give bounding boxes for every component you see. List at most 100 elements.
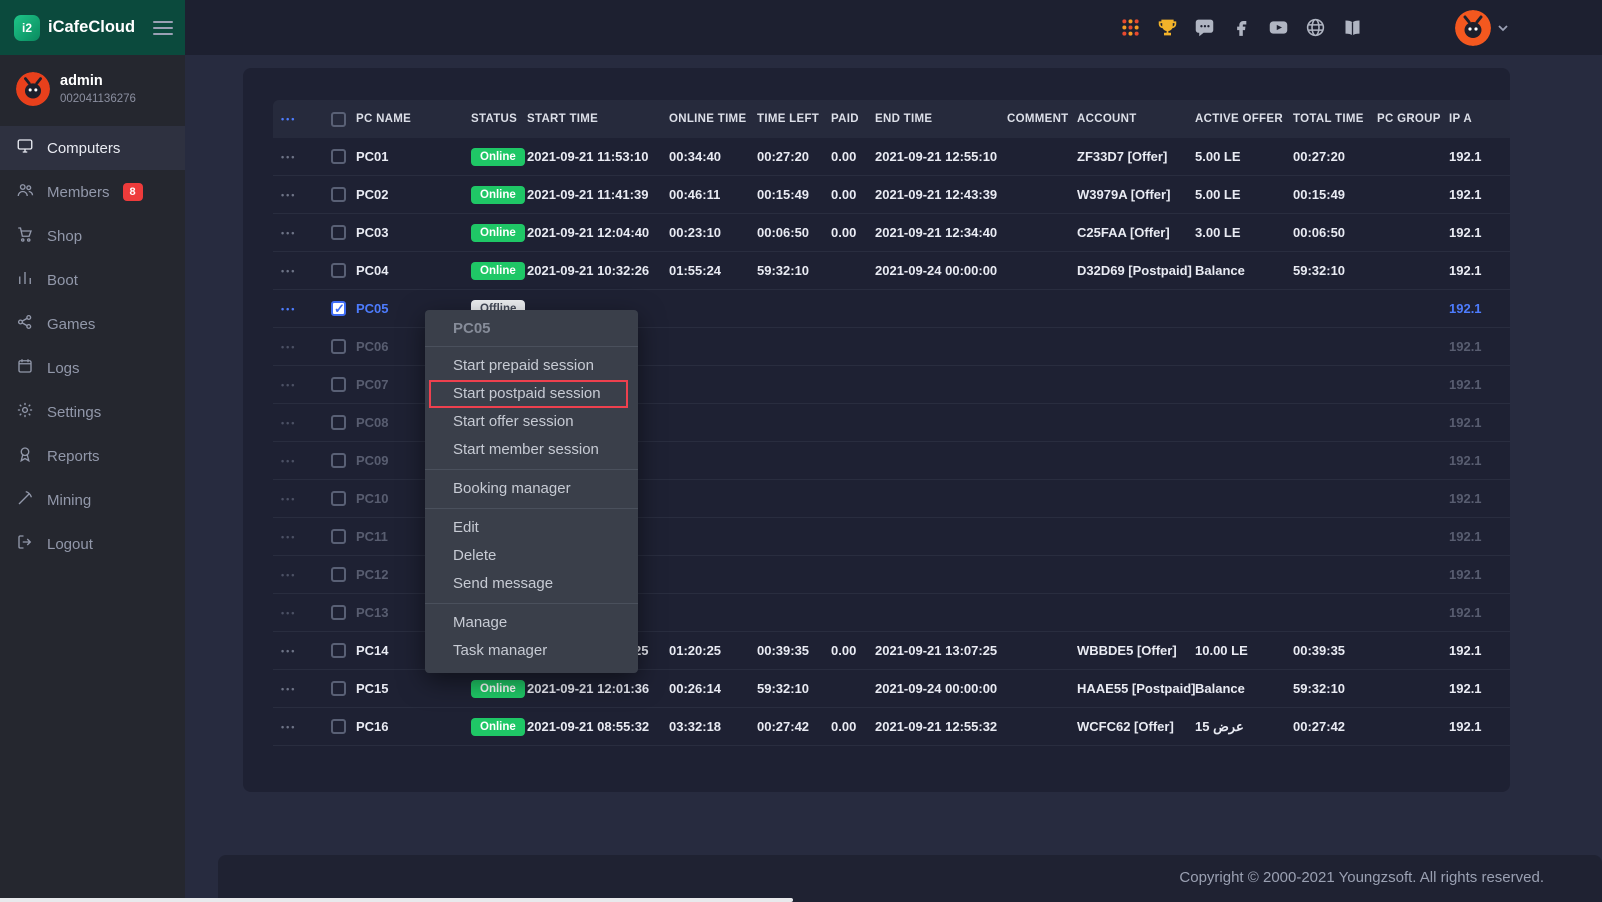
horizontal-scrollbar[interactable]	[0, 898, 793, 902]
context-menu-item[interactable]: Edit	[425, 514, 638, 542]
active-offer: 10.00 LE	[1195, 643, 1293, 658]
row-menu-dots[interactable]	[273, 646, 323, 656]
chat-icon[interactable]	[1193, 17, 1215, 39]
context-menu-item[interactable]: Booking manager	[425, 475, 638, 503]
row-menu-dots[interactable]	[273, 684, 323, 694]
context-menu-item[interactable]: Start offer session	[425, 408, 638, 436]
status-cell: Online	[471, 718, 527, 736]
sidebar-item-mining[interactable]: Mining	[0, 478, 185, 522]
calendar-icon	[16, 357, 34, 379]
sidebar-item-label: Computers	[47, 140, 120, 157]
row-menu-dots[interactable]	[273, 456, 323, 466]
row-menu-dots[interactable]	[273, 304, 323, 314]
row-menu-dots[interactable]	[273, 342, 323, 352]
topbar: i2 iCafeCloud	[0, 0, 1602, 55]
youtube-icon[interactable]	[1267, 17, 1289, 39]
apps-icon[interactable]	[1119, 17, 1141, 39]
chart-icon	[16, 269, 34, 291]
context-menu-item[interactable]: Task manager	[425, 637, 638, 665]
context-menu-item[interactable]: Send message	[425, 570, 638, 598]
row-checkbox[interactable]	[331, 643, 346, 658]
row-checkbox[interactable]	[331, 301, 346, 316]
active-offer: عرض 15	[1195, 719, 1293, 735]
table-row[interactable]: PC04 Online 2021-09-21 10:32:26 01:55:24…	[273, 252, 1510, 290]
row-menu-dots[interactable]	[273, 532, 323, 542]
row-menu-dots[interactable]	[273, 190, 323, 200]
row-checkbox[interactable]	[331, 149, 346, 164]
pc-name: PC05	[356, 301, 389, 316]
end-time: 2021-09-21 12:34:40	[875, 225, 1007, 240]
ip-address: 192.1	[1449, 225, 1510, 240]
sidebar-item-reports[interactable]: Reports	[0, 434, 185, 478]
table-row[interactable]: PC16 Online 2021-09-21 08:55:32 03:32:18…	[273, 708, 1510, 746]
col-time-left: TIME LEFT	[757, 113, 831, 125]
sidebar-item-label: Logs	[47, 360, 80, 377]
trophy-icon[interactable]	[1156, 17, 1178, 39]
facebook-icon[interactable]	[1230, 17, 1252, 39]
row-menu-dots[interactable]	[273, 266, 323, 276]
pc-name: PC12	[356, 567, 389, 582]
table-row[interactable]: PC01 Online 2021-09-21 11:53:10 00:34:40…	[273, 138, 1510, 176]
row-menu-dots[interactable]	[273, 380, 323, 390]
table-row[interactable]: PC15 Online 2021-09-21 12:01:36 00:26:14…	[273, 670, 1510, 708]
row-checkbox[interactable]	[331, 225, 346, 240]
status-badge: Online	[471, 186, 525, 204]
sidebar-item-games[interactable]: Games	[0, 302, 185, 346]
row-checkbox[interactable]	[331, 377, 346, 392]
row-menu-dots[interactable]	[273, 494, 323, 504]
select-all-checkbox[interactable]	[331, 112, 346, 127]
row-menu-dots[interactable]	[273, 228, 323, 238]
row-checkbox[interactable]	[331, 491, 346, 506]
ip-address: 192.1	[1449, 529, 1510, 544]
row-checkbox[interactable]	[331, 681, 346, 696]
sidebar-item-logout[interactable]: Logout	[0, 522, 185, 566]
sidebar-item-logs[interactable]: Logs	[0, 346, 185, 390]
row-checkbox[interactable]	[331, 263, 346, 278]
menu-toggle-icon[interactable]	[153, 17, 173, 39]
sidebar-item-shop[interactable]: Shop	[0, 214, 185, 258]
end-time: 2021-09-21 12:55:32	[875, 719, 1007, 734]
row-menu-dots[interactable]	[273, 152, 323, 162]
row-checkbox[interactable]	[331, 719, 346, 734]
sidebar-item-settings[interactable]: Settings	[0, 390, 185, 434]
row-menu-dots[interactable]	[273, 418, 323, 428]
globe-icon[interactable]	[1304, 17, 1326, 39]
row-checkbox[interactable]	[331, 605, 346, 620]
book-icon[interactable]	[1341, 17, 1363, 39]
table-row[interactable]: PC02 Online 2021-09-21 11:41:39 00:46:11…	[273, 176, 1510, 214]
table-row[interactable]: PC03 Online 2021-09-21 12:04:40 00:23:10…	[273, 214, 1510, 252]
sidebar-item-members[interactable]: Members 8	[0, 170, 185, 214]
row-checkbox[interactable]	[331, 529, 346, 544]
row-checkbox[interactable]	[331, 187, 346, 202]
col-pc-name: PC NAME	[356, 113, 411, 125]
row-checkbox[interactable]	[331, 567, 346, 582]
user-menu[interactable]	[1455, 10, 1602, 46]
row-checkbox[interactable]	[331, 339, 346, 354]
col-ip: IP A	[1449, 113, 1510, 125]
brand-logo-icon: i2	[14, 15, 40, 41]
active-offer: Balance	[1195, 263, 1293, 278]
context-menu-item[interactable]: Manage	[425, 609, 638, 637]
row-menu-dots[interactable]	[273, 608, 323, 618]
brand-name: iCafeCloud	[48, 18, 145, 37]
medal-icon	[16, 445, 34, 467]
header-actions-dots[interactable]	[273, 114, 323, 124]
context-menu-item[interactable]: Start member session	[425, 436, 638, 464]
row-checkbox[interactable]	[331, 453, 346, 468]
pc-name-cell: PC04	[323, 263, 471, 278]
context-menu-item[interactable]: Start prepaid session	[425, 352, 638, 380]
row-menu-dots[interactable]	[273, 722, 323, 732]
context-menu-item[interactable]: Delete	[425, 542, 638, 570]
sidebar-item-computers[interactable]: Computers	[0, 126, 185, 170]
sidebar-item-boot[interactable]: Boot	[0, 258, 185, 302]
account: ZF33D7 [Offer]	[1077, 149, 1195, 164]
col-start-time: START TIME	[527, 113, 669, 125]
row-menu-dots[interactable]	[273, 570, 323, 580]
pc-name: PC15	[356, 681, 389, 696]
footer: Copyright © 2000-2021 Youngzsoft. All ri…	[218, 855, 1602, 902]
active-offer: 5.00 LE	[1195, 187, 1293, 202]
context-menu-item[interactable]: Start postpaid session	[429, 380, 628, 408]
status-badge: Online	[471, 718, 525, 736]
row-checkbox[interactable]	[331, 415, 346, 430]
pc-name-cell: PC02	[323, 187, 471, 202]
